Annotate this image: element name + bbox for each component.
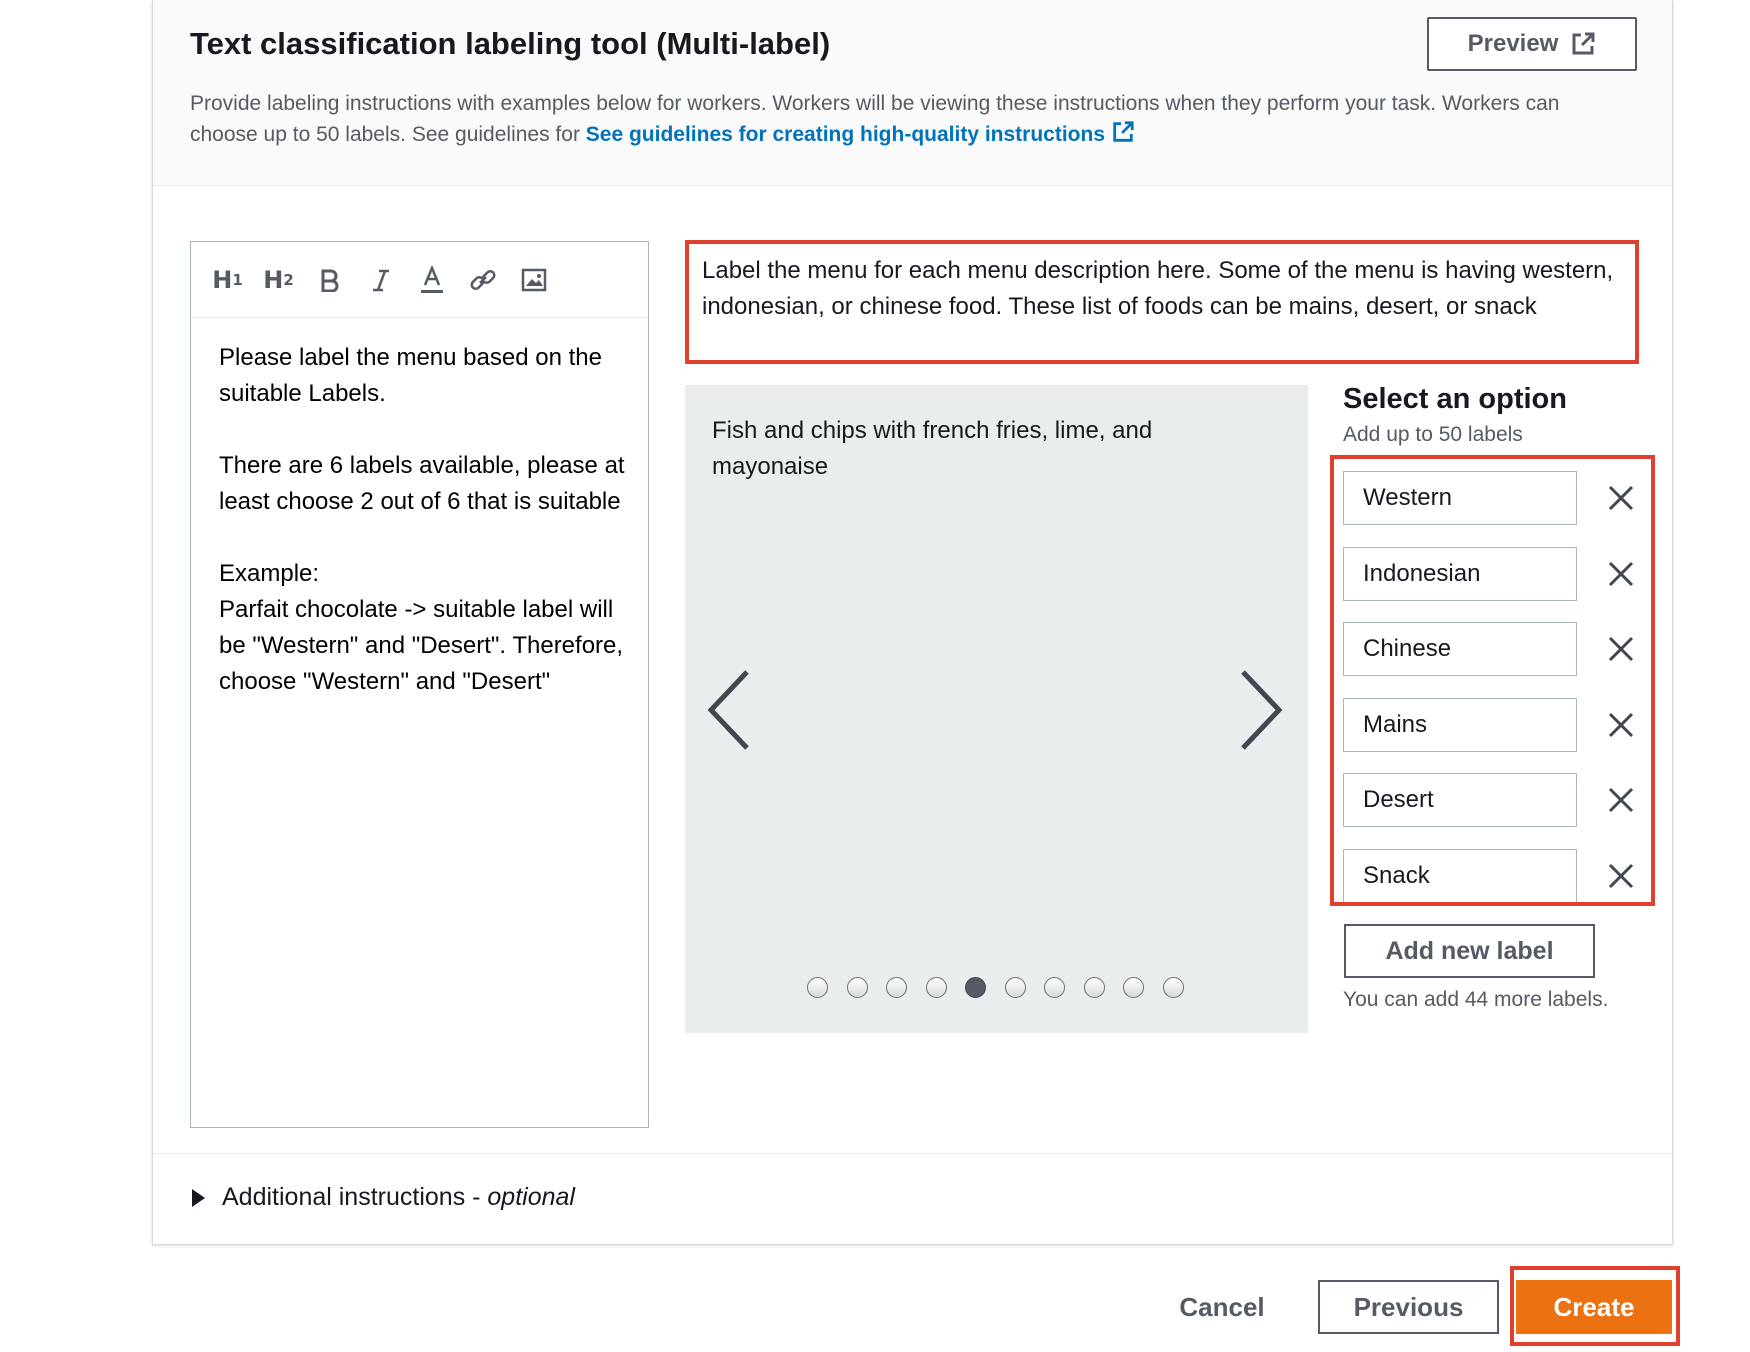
add-new-label-button[interactable]: Add new label (1344, 924, 1595, 978)
font-color-icon[interactable] (417, 265, 446, 294)
heading1-icon[interactable]: H1 (212, 265, 243, 294)
label-row: Indonesian (1343, 546, 1634, 601)
close-icon[interactable] (1605, 558, 1637, 590)
previous-button[interactable]: Previous (1318, 1280, 1499, 1334)
label-input[interactable]: Desert (1343, 773, 1577, 827)
remaining-labels-text: You can add 44 more labels. (1343, 988, 1609, 1011)
link-icon[interactable] (468, 265, 497, 294)
carousel-dot[interactable] (1123, 977, 1144, 998)
preview-text: Fish and chips with french fries, lime, … (712, 417, 1153, 480)
label-row: Western (1343, 471, 1634, 525)
carousel-dot[interactable] (965, 977, 986, 998)
guidelines-link[interactable]: See guidelines for creating high-quality… (585, 121, 1135, 146)
label-row: Desert (1343, 773, 1634, 827)
cancel-button[interactable]: Cancel (1170, 1280, 1274, 1334)
chevron-right-icon[interactable] (1235, 668, 1285, 752)
additional-instructions-label: Additional instructions - optional (222, 1183, 575, 1211)
labeling-tool-panel: Text classification labeling tool (Multi… (152, 0, 1673, 1245)
label-input[interactable]: Western (1343, 471, 1577, 525)
close-icon[interactable] (1605, 633, 1637, 665)
task-header-textarea[interactable]: Label the menu for each menu description… (685, 240, 1639, 364)
instructions-description: Provide labeling instructions with examp… (190, 88, 1610, 150)
create-button[interactable]: Create (1516, 1280, 1672, 1334)
label-input[interactable]: Snack (1343, 848, 1577, 903)
carousel-dot[interactable] (1004, 977, 1026, 998)
carousel-dot[interactable] (807, 977, 828, 998)
divider (153, 1153, 1672, 1154)
chevron-left-icon[interactable] (705, 668, 755, 752)
label-input[interactable]: Mains (1343, 697, 1577, 752)
carousel-dot[interactable] (1083, 977, 1105, 998)
label-row: Chinese (1343, 622, 1634, 676)
editor-paragraph: Please label the menu based on the suita… (219, 344, 602, 407)
close-icon[interactable] (1605, 709, 1637, 741)
carousel-dot[interactable] (1044, 977, 1065, 998)
guidelines-link-text: See guidelines for creating high-quality… (585, 123, 1106, 146)
editor-content[interactable]: Please label the menu based on the suita… (219, 340, 629, 736)
additional-instructions-toggle[interactable]: Additional instructions - optional (190, 1183, 575, 1212)
label-input[interactable]: Chinese (1343, 622, 1577, 676)
page-title: Text classification labeling tool (Multi… (190, 26, 831, 61)
italic-icon[interactable] (366, 265, 395, 294)
select-option-title: Select an option (1343, 383, 1567, 415)
heading2-icon[interactable]: H2 (263, 265, 294, 294)
carousel-dot[interactable] (846, 977, 868, 998)
carousel-dot[interactable] (925, 977, 947, 998)
close-icon[interactable] (1605, 784, 1637, 816)
label-row: Snack (1343, 848, 1634, 903)
close-icon[interactable] (1605, 860, 1637, 892)
instructions-editor: H1 H2 Please label the menu based on the… (190, 241, 649, 1128)
label-input[interactable]: Indonesian (1343, 546, 1577, 601)
label-row: Mains (1343, 697, 1634, 752)
close-icon[interactable] (1605, 482, 1637, 514)
caret-right-icon (192, 1188, 205, 1207)
preview-button-label: Preview (1467, 30, 1559, 57)
external-link-icon (1572, 32, 1595, 55)
carousel-dot[interactable] (1162, 977, 1184, 998)
carousel-dot[interactable] (886, 977, 907, 998)
editor-paragraph: Example: Parfait chocolate -> suitable l… (219, 560, 624, 695)
bold-icon[interactable] (315, 265, 344, 294)
panel-header: Text classification labeling tool (Multi… (153, 0, 1672, 186)
editor-paragraph: There are 6 labels available, please at … (219, 452, 625, 515)
select-option-subtitle: Add up to 50 labels (1343, 423, 1523, 446)
worker-preview: Fish and chips with french fries, lime, … (685, 385, 1308, 1033)
carousel-dots (807, 977, 1184, 998)
image-icon[interactable] (519, 265, 548, 294)
editor-toolbar: H1 H2 (191, 242, 648, 318)
external-link-icon (1113, 121, 1134, 142)
preview-button[interactable]: Preview (1427, 17, 1637, 71)
